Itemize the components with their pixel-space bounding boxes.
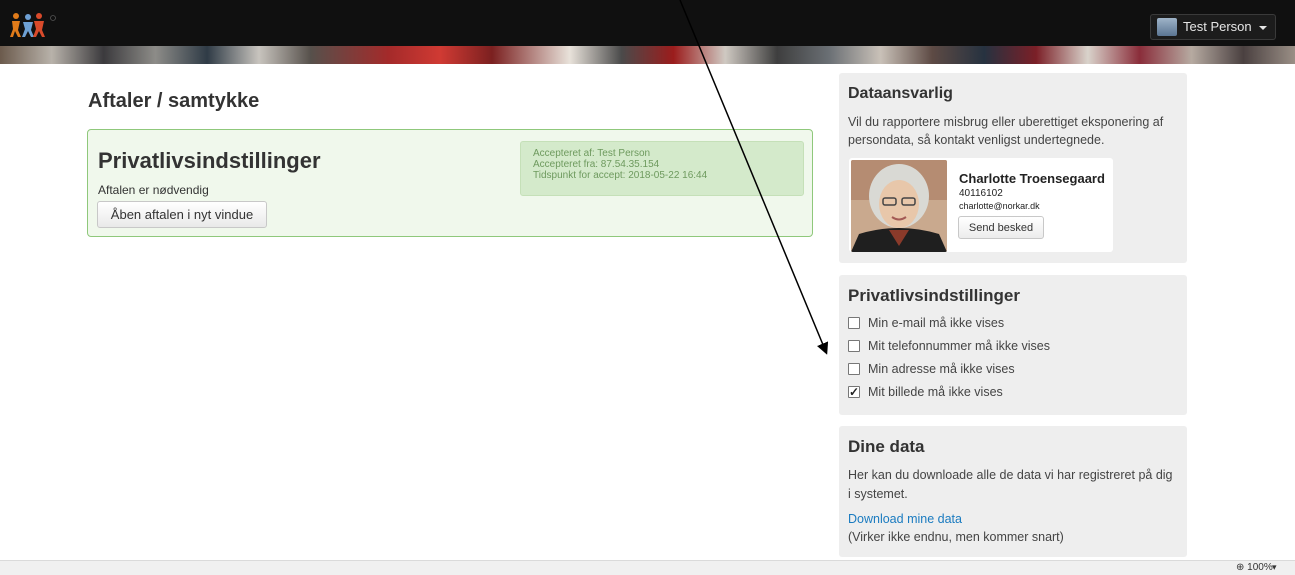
phone-option-label: Mit telefonnummer må ikke vises — [868, 339, 1051, 353]
zoom-value: 100% — [1247, 562, 1273, 573]
top-navbar: Test Person — [0, 0, 1295, 64]
your-data-panel: Dine data Her kan du downloade alle de d… — [839, 426, 1187, 557]
caret-down-icon — [1259, 25, 1268, 30]
consent-title: Privatlivsindstillinger — [98, 148, 321, 173]
acceptance-info: Accepteret af: Test Person Accepteret fr… — [520, 141, 804, 196]
email-option-label: Min e-mail må ikke vises — [868, 316, 1005, 330]
data-responsible-panel: Dataansvarlig Vil du rapportere misbrug … — [839, 73, 1187, 263]
header-banner-image — [0, 46, 1295, 64]
navbar-top — [0, 0, 1295, 46]
accepted-by: Accepteret af: Test Person — [533, 148, 651, 159]
phone-checkbox[interactable] — [848, 340, 860, 352]
contact-card: Charlotte Troensegaard 40116102 charlott… — [849, 158, 1113, 252]
zoom-dropdown-icon[interactable]: ▾ — [1272, 562, 1277, 573]
accepted-time: Tidspunkt for accept: 2018-05-22 16:44 — [533, 170, 708, 181]
contact-email[interactable]: charlotte@norkar.dk — [959, 201, 1040, 211]
browser-status-bar: ⊕ 100% ▾ — [0, 560, 1295, 575]
data-responsible-description: Vil du rapportere misbrug eller uberetti… — [848, 115, 1164, 147]
data-responsible-title: Dataansvarlig — [848, 85, 953, 102]
photo-checkbox[interactable] — [848, 383, 860, 401]
zoom-level[interactable]: ⊕ 100% — [1236, 562, 1273, 573]
privacy-settings-panel: Privatlivsindstillinger Min e-mail må ik… — [839, 275, 1187, 415]
consent-card: Privatlivsindstillinger Aftalen er nødve… — [87, 129, 813, 237]
page-title: Aftaler / samtykke — [88, 90, 260, 112]
address-option-label: Min adresse må ikke vises — [868, 362, 1015, 376]
accepted-from: Accepteret fra: 87.54.35.154 — [533, 159, 660, 170]
user-avatar — [1157, 18, 1177, 36]
send-message-button[interactable]: Send besked — [958, 216, 1044, 239]
consent-subtitle: Aftalen er nødvendig — [98, 183, 209, 197]
user-menu-button[interactable]: Test Person — [1150, 14, 1276, 40]
download-note: (Virker ikke endnu, men kommer snart) — [848, 530, 1064, 544]
contact-name: Charlotte Troensegaard — [959, 171, 1105, 186]
logo-icon[interactable] — [10, 12, 60, 38]
zoom-icon: ⊕ — [1236, 562, 1248, 573]
user-name: Test Person — [1183, 19, 1252, 34]
your-data-title: Dine data — [848, 437, 925, 456]
privacy-settings-title: Privatlivsindstillinger — [848, 286, 1020, 305]
email-checkbox[interactable] — [848, 317, 860, 329]
open-agreement-button[interactable]: Åben aftalen i nyt vindue — [97, 201, 267, 228]
contact-photo — [851, 160, 947, 252]
contact-phone: 40116102 — [959, 188, 1003, 199]
download-data-link[interactable]: Download mine data — [848, 512, 962, 526]
address-checkbox[interactable] — [848, 363, 860, 375]
photo-option-label: Mit billede må ikke vises — [868, 385, 1003, 399]
your-data-description: Her kan du downloade alle de data vi har… — [848, 468, 1173, 501]
